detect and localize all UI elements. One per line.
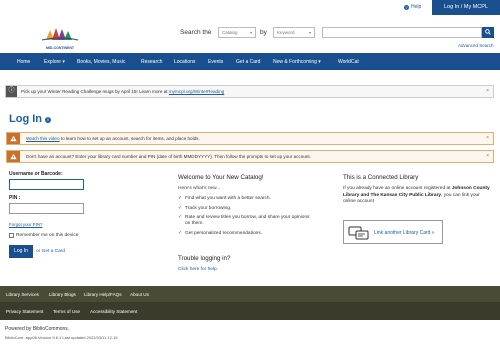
link-library-card-link[interactable]: Link another Library Card » [374,230,435,236]
trouble-title: Trouble logging in? [178,255,231,262]
search-type-value: Keyword [277,30,295,35]
list-item: Get personalized recommendations. [178,231,313,237]
get-card-prompt: or Get a Card [36,249,65,254]
footer-legal: Privacy Statement Terms of Use Accessibi… [0,302,500,320]
nav-item-research[interactable]: Research [141,59,162,65]
page-title: Log In [9,113,42,125]
nav-item-worldcat[interactable]: WorldCat [338,59,359,65]
site-header: MID-CONTINENT Search the Catalog ▾ by Ke… [0,15,500,53]
announcement-banner: ⓘ Pick up your Winter Reading Challenge … [5,85,494,98]
alert-account: Don't have an account? Enter your librar… [6,150,494,163]
login-submit-button[interactable]: Log In [9,245,33,258]
get-card-link[interactable]: Get a Card [42,249,65,254]
welcome-title: Welcome to Your New Catalog! [178,174,264,181]
logo-name: MID-CONTINENT [46,46,74,50]
search-label: Search the [180,29,212,36]
footer-links: Library Services Library Blogs Library H… [0,286,500,302]
remember-label: Remember me on this device [16,233,79,238]
nav-item-events[interactable]: Events [208,59,223,65]
help-link[interactable]: ? Help [404,4,421,10]
nav-item-explore[interactable]: Explore ▾ [44,59,65,65]
forgot-pin-link[interactable]: Forgot your PIN? [9,222,42,227]
alert-text: Don't have an account? Enter your librar… [26,154,311,159]
main-nav: Home Explore ▾ Books, Movies, Music Rese… [0,53,500,70]
alert-text: Watch this video to learn how to set up … [26,136,200,141]
chevron-down-icon: ▾ [308,30,311,35]
welcome-subtitle: Here's what's new... [178,186,221,191]
logo-wordmark: MID-CONTINENT [36,46,84,50]
version-info: BiblioCore: app06 Version 9.6.1 Last upd… [5,335,118,340]
watch-video-link[interactable]: Watch this video [26,136,60,141]
nav-item-locations[interactable]: Locations [174,59,195,65]
warning-icon [7,151,20,162]
search-icon [485,29,491,35]
nav-item-books-movies-music[interactable]: Books, Movies, Music [77,59,125,65]
banner-message: Pick up your Winter Reading Challenge mu… [21,89,169,94]
search-button[interactable] [482,27,494,38]
winter-reading-link[interactable]: mymcpl.org/WinterReading [169,89,224,94]
nav-item-get-a-card[interactable]: Get a Card [236,59,260,65]
connected-library-title: This is a Connected Library [343,174,419,181]
powered-by: Powered by BiblioCommons. [5,326,70,332]
info-circle-icon: ⓘ [6,86,17,97]
login-my-account-button[interactable]: Log In / My MCPL [432,0,500,15]
alert-video: Watch this video to learn how to set up … [6,132,494,145]
footer-terms[interactable]: Terms of Use [53,309,80,314]
library-cards-icon [348,226,369,240]
search-input[interactable] [322,27,482,38]
nav-item-label: New & Forthcoming [273,59,317,65]
close-icon[interactable]: × [486,135,489,141]
chevron-down-icon: ▾ [249,30,252,35]
search-type-select[interactable]: Keyword ▾ [273,27,315,38]
warning-icon [7,133,20,144]
remember-checkbox[interactable] [9,233,14,238]
nav-item-new-forthcoming[interactable]: New & Forthcoming ▾ [273,59,321,65]
help-icon: ? [404,4,409,10]
nav-item-label: Explore [44,59,61,65]
pin-field[interactable] [9,203,84,214]
banner-text: Pick up your Winter Reading Challenge mu… [21,89,224,94]
info-icon[interactable]: i [45,117,51,123]
footer-privacy[interactable]: Privacy Statement [6,309,43,314]
connected-library-description: If you already have an online account re… [343,186,493,206]
utility-bar: ? Help Log In / My MCPL [0,0,500,15]
footer-library-help[interactable]: Library Help/FAQs [84,292,122,297]
welcome-list: Find what you want with a better search.… [178,196,313,240]
nav-item-home[interactable]: Home [17,59,30,65]
advanced-search-link[interactable]: Advanced Search [458,43,494,48]
list-item: Rate and review titles you borrow, and s… [178,215,313,227]
remember-me[interactable]: Remember me on this device [9,233,78,238]
link-card-box[interactable]: Link another Library Card » [343,220,443,244]
list-item: Track your borrowing. [178,206,313,212]
pin-label: PIN : [9,195,21,201]
help-label: Help [411,4,422,10]
search-scope-select[interactable]: Catalog ▾ [218,27,256,38]
by-label: by [260,29,267,36]
footer-accessibility[interactable]: Accessibility Statement [90,309,137,314]
username-field[interactable] [9,179,84,190]
help-link[interactable]: Click here for help. [178,267,218,272]
footer-library-services[interactable]: Library Services [6,292,39,297]
alert-message: Don't have an account? Enter your librar… [26,154,311,159]
alert-message: to learn how to set up an account, searc… [59,136,200,141]
footer-library-blogs[interactable]: Library Blogs [49,292,76,297]
list-item: Find what you want with a better search. [178,196,313,202]
search-scope-value: Catalog [222,30,238,35]
close-icon[interactable]: × [486,88,489,94]
username-label: Username or Barcode: [9,171,63,177]
close-icon[interactable]: × [486,153,489,159]
footer-about-us[interactable]: About Us [130,292,149,297]
desc-part: If you already have an online account re… [343,186,452,191]
